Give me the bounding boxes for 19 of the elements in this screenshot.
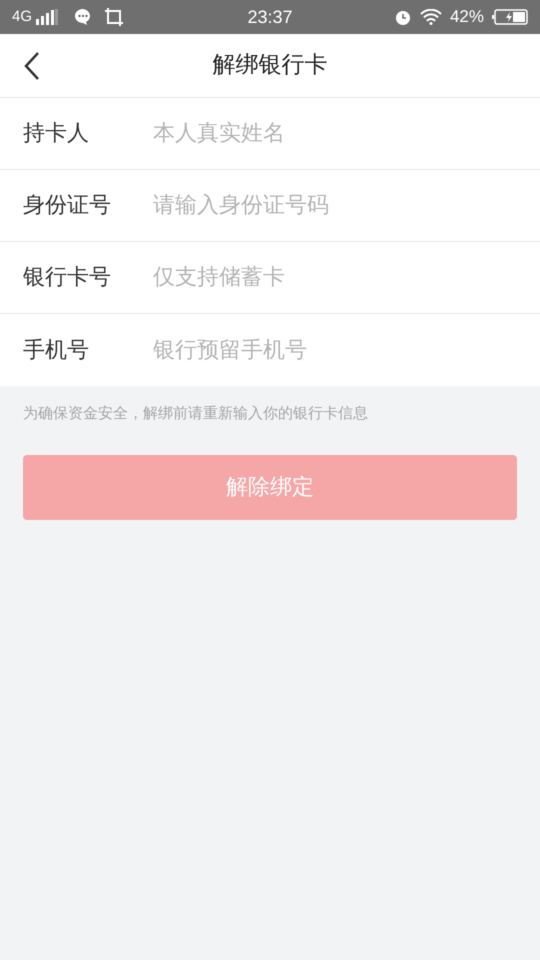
input-field[interactable]: 本人真实姓名: [153, 104, 517, 164]
battery-icon: [492, 9, 528, 25]
page-title: 解绑银行卡: [212, 51, 328, 80]
chat-icon: [74, 8, 92, 26]
clock: 23:37: [246, 6, 294, 28]
battery-percent: 42%: [450, 6, 484, 28]
notice-text: 为确保资金安全，解绑前请重新输入你的银行卡信息: [22, 403, 369, 424]
input-field[interactable]: 请输入身份证号码: [153, 176, 517, 236]
signal-icon: [36, 9, 58, 25]
field-label: 身份证号: [23, 192, 112, 220]
alarm-clock-icon: [394, 8, 412, 26]
wifi-icon: [420, 9, 442, 25]
back-icon: [24, 52, 40, 80]
field-label: 持卡人: [23, 120, 90, 148]
field-label: 手机号: [23, 336, 90, 364]
network-label: 4G: [12, 6, 32, 27]
input-field[interactable]: 仅支持储蓄卡: [153, 248, 517, 308]
field-label: 银行卡号: [23, 264, 112, 292]
input-field[interactable]: 银行预留手机号: [153, 320, 517, 380]
